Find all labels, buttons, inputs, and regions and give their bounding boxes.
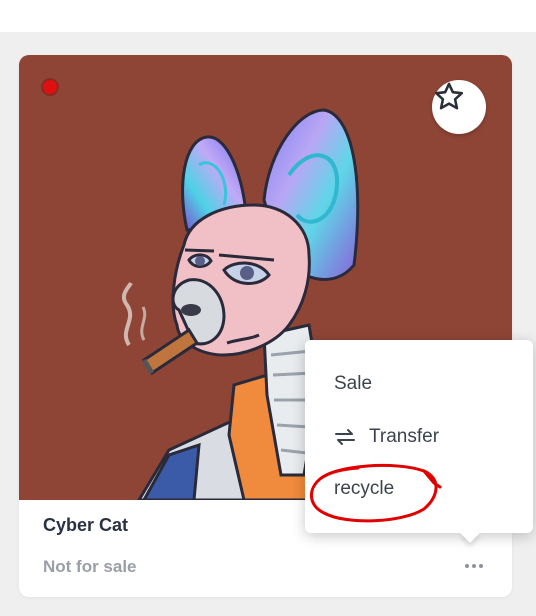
status-dot bbox=[43, 80, 57, 94]
top-bar bbox=[0, 0, 536, 32]
menu-item-transfer[interactable]: Transfer bbox=[334, 422, 439, 452]
favorite-button[interactable] bbox=[432, 80, 486, 134]
sale-status: Not for sale bbox=[43, 557, 137, 576]
more-options-button[interactable] bbox=[456, 555, 492, 577]
more-icon bbox=[465, 564, 483, 568]
menu-item-label: Sale bbox=[334, 373, 373, 394]
red-circle-annotation bbox=[310, 463, 442, 523]
nft-title: Cyber Cat bbox=[43, 515, 129, 535]
transfer-icon bbox=[335, 429, 355, 445]
star-icon bbox=[434, 82, 464, 110]
menu-item-sale[interactable]: Sale bbox=[334, 369, 372, 399]
menu-item-label: Transfer bbox=[369, 426, 440, 447]
